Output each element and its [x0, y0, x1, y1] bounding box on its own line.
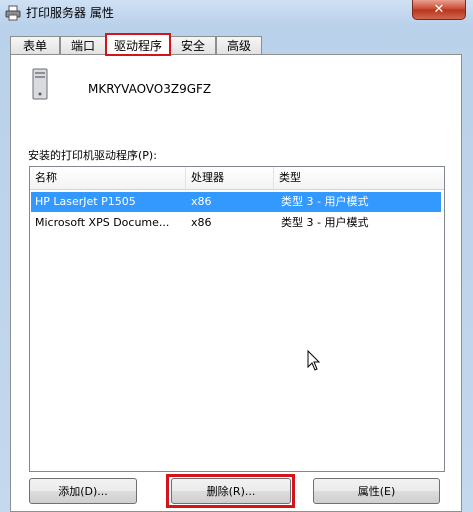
mouse-cursor-icon [307, 350, 321, 371]
title-bar: 打印服务器 属性 ✕ [0, 0, 473, 26]
tab-forms[interactable]: 表单 [10, 36, 60, 54]
driver-name: HP LaserJet P1505 [35, 195, 136, 208]
driver-type: 类型 3 - 用户模式 [281, 195, 369, 208]
driver-type: 类型 3 - 用户模式 [281, 216, 369, 229]
driver-processor: x86 [191, 216, 212, 229]
tab-advanced[interactable]: 高级 [216, 36, 262, 54]
list-header: 名称 处理器 类型 [30, 167, 444, 190]
tab-label: 端口 [70, 39, 95, 53]
driver-name: Microsoft XPS Docume... [35, 216, 170, 229]
close-button[interactable]: ✕ [412, 0, 466, 20]
delete-button-highlight [166, 474, 295, 508]
column-name-label: 名称 [35, 171, 57, 184]
column-processor-label: 处理器 [191, 171, 224, 184]
tab-ports[interactable]: 端口 [60, 36, 106, 54]
window-title: 打印服务器 属性 [26, 6, 114, 20]
server-name: MKRYVAOVO3Z9GFZ [88, 82, 212, 96]
column-header-processor[interactable]: 处理器 [186, 167, 274, 189]
close-icon: ✕ [433, 2, 445, 17]
add-button-label: 添加(D)... [58, 485, 108, 498]
installed-drivers-label: 安装的打印机驱动程序(P): [28, 149, 157, 162]
tab-label: 表单 [22, 39, 47, 53]
column-type-label: 类型 [279, 171, 301, 184]
properties-button-label: 属性(E) [357, 485, 396, 498]
tab-drivers[interactable]: 驱动程序 [105, 33, 171, 56]
table-row[interactable]: HP LaserJet P1505 x86 类型 3 - 用户模式 [31, 192, 441, 212]
driver-properties-button[interactable]: 属性(E) [313, 478, 440, 504]
driver-processor: x86 [191, 195, 212, 208]
column-header-name[interactable]: 名称 [30, 167, 186, 189]
add-driver-button[interactable]: 添加(D)... [29, 478, 137, 504]
tab-label: 驱动程序 [113, 38, 162, 53]
tab-security[interactable]: 安全 [170, 36, 216, 54]
server-computer-icon [32, 68, 48, 100]
table-row[interactable]: Microsoft XPS Docume... x86 类型 3 - 用户模式 [31, 213, 441, 233]
drivers-list[interactable]: 名称 处理器 类型 HP LaserJet P1505 x86 类型 3 - 用… [29, 166, 445, 472]
tab-label: 安全 [180, 39, 205, 53]
printer-icon [5, 5, 21, 21]
column-header-type[interactable]: 类型 [274, 167, 444, 189]
tab-bar: 表单 端口 驱动程序 安全 高级 [10, 33, 462, 56]
print-server-properties-window: 打印服务器 属性 ✕ 表单 端口 驱动程序 安全 高级 MKRYVAOVO3Z9… [0, 0, 473, 512]
tab-label: 高级 [226, 39, 251, 53]
